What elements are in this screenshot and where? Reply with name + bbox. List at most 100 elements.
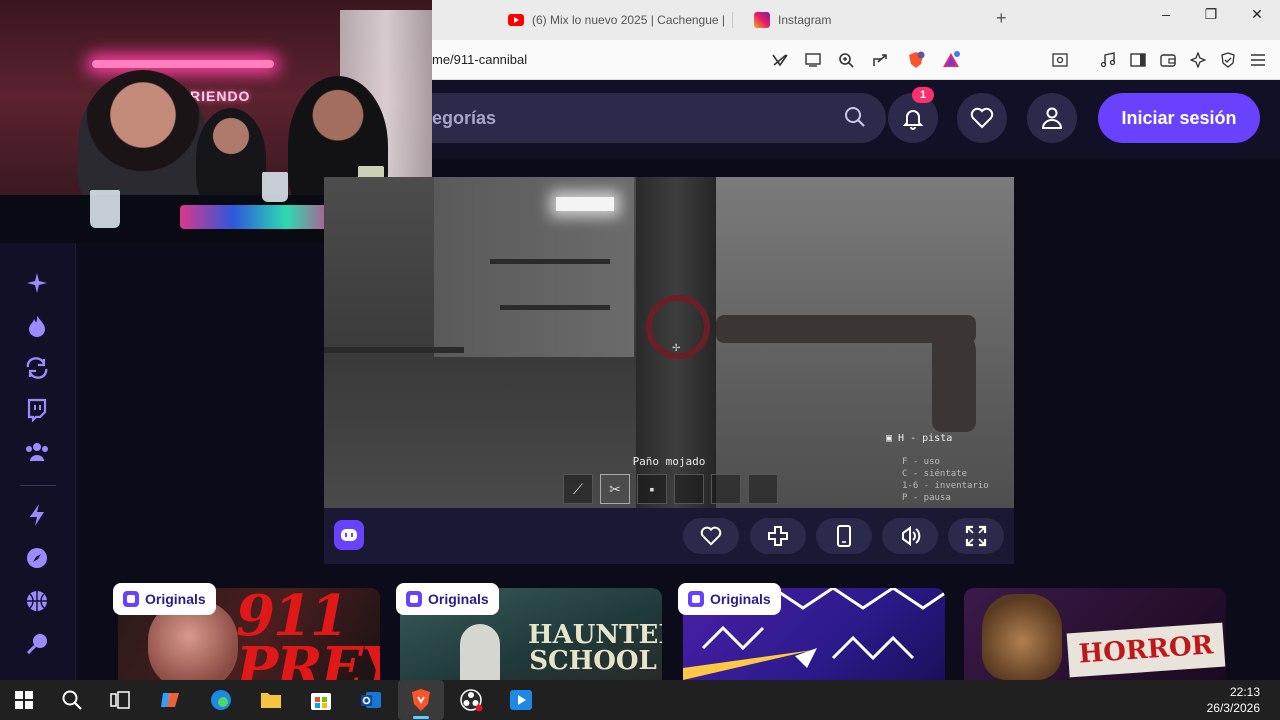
users-icon bbox=[26, 443, 48, 461]
media-player-button[interactable] bbox=[509, 688, 533, 712]
sidebar-item-sports[interactable] bbox=[24, 588, 50, 614]
close-window-button[interactable]: ✕ bbox=[1242, 6, 1272, 23]
pipe-bend bbox=[932, 322, 976, 432]
mobile-button[interactable] bbox=[816, 518, 872, 554]
inventory-slot[interactable]: ▪ bbox=[637, 474, 667, 504]
originals-icon bbox=[406, 591, 422, 607]
crosshair-icon: ✢ bbox=[672, 343, 681, 354]
edge-button[interactable] bbox=[209, 688, 233, 712]
tab-instagram[interactable]: Instagram bbox=[754, 8, 831, 32]
store-icon bbox=[311, 693, 331, 710]
sidebar-item-action[interactable] bbox=[24, 502, 50, 528]
sidebar-item-updated[interactable] bbox=[24, 355, 50, 381]
menu-icon[interactable] bbox=[1249, 51, 1267, 69]
crowbar-icon: ⟋ bbox=[573, 480, 583, 497]
active-app-indicator bbox=[413, 716, 429, 719]
scissors-icon: ✂ bbox=[609, 480, 621, 497]
pin-icon bbox=[26, 634, 47, 655]
edge-icon bbox=[211, 690, 231, 710]
card-artwork bbox=[460, 624, 500, 680]
card-title: 911 PREY bbox=[236, 588, 380, 680]
sidebar-item-adventure[interactable] bbox=[24, 545, 50, 571]
inventory-slot[interactable] bbox=[711, 474, 741, 504]
controls-button[interactable] bbox=[750, 518, 806, 554]
start-button[interactable] bbox=[12, 688, 36, 712]
gamepad-icon bbox=[768, 526, 788, 546]
site-logo[interactable] bbox=[334, 520, 364, 550]
bell-icon bbox=[902, 110, 924, 130]
inventory-bar: ⟋ ✂ ▪ bbox=[563, 474, 778, 504]
login-button[interactable]: Iniciar sesión bbox=[1098, 93, 1260, 143]
like-button[interactable] bbox=[683, 518, 739, 554]
search-icon[interactable] bbox=[844, 106, 866, 128]
reader-mode-icon[interactable] bbox=[771, 51, 789, 69]
tab-instagram-title: Instagram bbox=[778, 13, 832, 27]
inventory-slot[interactable]: ✂ bbox=[600, 474, 630, 504]
zoom-icon[interactable] bbox=[837, 51, 855, 69]
sidebar-toggle-icon[interactable] bbox=[1129, 51, 1147, 69]
sidebar-item-trending[interactable] bbox=[24, 313, 50, 339]
game-viewport[interactable]: ✢ Paño mojado ⟋ ✂ ▪ ▣ H - pista F - uso … bbox=[324, 177, 1014, 508]
search-input[interactable]: egorías bbox=[432, 108, 496, 129]
task-view-button[interactable] bbox=[108, 688, 132, 712]
search-bar[interactable]: egorías bbox=[432, 93, 886, 143]
folder-icon bbox=[261, 693, 281, 708]
originals-icon bbox=[123, 591, 139, 607]
neon-light bbox=[92, 60, 274, 68]
brave-rewards-icon[interactable] bbox=[942, 51, 960, 69]
left-sidebar bbox=[0, 243, 76, 680]
tab-divider bbox=[732, 12, 733, 28]
vpn-icon[interactable] bbox=[1219, 51, 1237, 69]
copilot-button[interactable] bbox=[158, 688, 182, 712]
sidebar-item-new[interactable] bbox=[24, 270, 50, 296]
sidebar-item-casual[interactable] bbox=[24, 631, 50, 657]
card-artwork bbox=[982, 594, 1062, 680]
taskbar-search[interactable] bbox=[60, 688, 84, 712]
outlook-button[interactable] bbox=[359, 688, 383, 712]
clock-time: 22:13 bbox=[1229, 685, 1260, 699]
theater-icon bbox=[902, 526, 921, 546]
rgb-keyboard bbox=[180, 205, 340, 229]
favorites-button[interactable] bbox=[957, 93, 1007, 143]
friends-button[interactable] bbox=[1027, 93, 1077, 143]
tab-youtube[interactable]: (6) Mix lo nuevo 2025 | Cachengue | bbox=[508, 8, 725, 32]
control-hint: F - uso bbox=[902, 457, 940, 467]
control-hint: 1-6 - inventario bbox=[902, 481, 989, 491]
wallet-icon[interactable] bbox=[1159, 51, 1177, 69]
sidebar-item-multiplayer[interactable] bbox=[24, 439, 50, 465]
maximize-button[interactable]: ❐ bbox=[1196, 6, 1226, 23]
minimize-button[interactable]: – bbox=[1151, 6, 1181, 22]
originals-label: Originals bbox=[710, 591, 771, 607]
game-control-bar bbox=[324, 508, 1014, 564]
brave-shield-icon[interactable] bbox=[907, 51, 925, 69]
tab-youtube-title: (6) Mix lo nuevo 2025 | Cachengue | bbox=[532, 13, 726, 27]
media-icon[interactable] bbox=[1099, 51, 1117, 69]
file-explorer-button[interactable] bbox=[259, 688, 283, 712]
game-card[interactable]: HORROR TALE bbox=[964, 588, 1226, 680]
shelf bbox=[490, 259, 610, 264]
friends-icon bbox=[1041, 107, 1063, 129]
heart-icon bbox=[700, 526, 722, 546]
inventory-slot[interactable] bbox=[748, 474, 778, 504]
new-tab-button[interactable]: + bbox=[996, 8, 1007, 29]
obs-icon bbox=[460, 689, 483, 712]
share-icon[interactable] bbox=[871, 51, 889, 69]
sidebar-item-twitch[interactable] bbox=[24, 397, 50, 423]
inventory-slot[interactable] bbox=[674, 474, 704, 504]
wet-cloth-icon: ▪ bbox=[649, 481, 655, 497]
system-clock[interactable]: 22:13 26/3/2026 bbox=[1207, 684, 1260, 716]
fullscreen-button[interactable] bbox=[948, 518, 1004, 554]
obs-button[interactable] bbox=[459, 688, 483, 712]
originals-label: Originals bbox=[428, 591, 489, 607]
notifications-button[interactable]: 1 bbox=[888, 87, 938, 143]
store-button[interactable] bbox=[309, 688, 333, 712]
theater-mode-button[interactable] bbox=[882, 518, 938, 554]
brave-button[interactable] bbox=[409, 688, 433, 712]
url-field[interactable]: me/911-cannibal bbox=[432, 52, 527, 67]
copilot-icon bbox=[161, 693, 179, 707]
cast-icon[interactable] bbox=[804, 51, 822, 69]
page-search-icon[interactable] bbox=[1051, 51, 1069, 69]
control-hint: C - siéntate bbox=[902, 469, 968, 479]
leo-ai-icon[interactable] bbox=[1189, 51, 1207, 69]
inventory-slot[interactable]: ⟋ bbox=[563, 474, 593, 504]
